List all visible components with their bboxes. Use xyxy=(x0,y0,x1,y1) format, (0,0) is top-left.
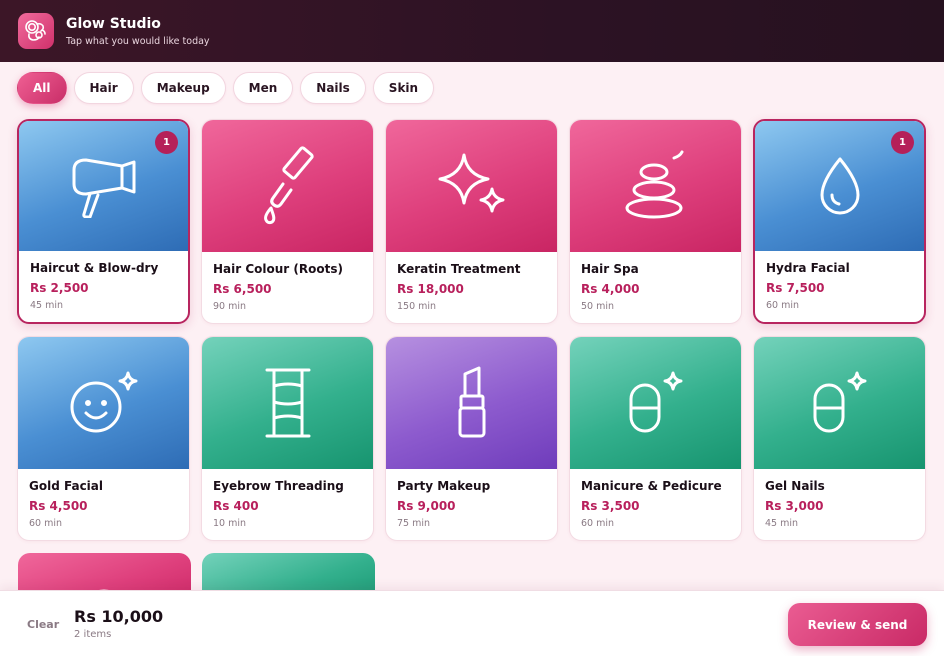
service-duration: 60 min xyxy=(29,518,63,529)
service-name: Haircut & Blow-dry xyxy=(30,261,159,275)
cart-bar: Clear Rs 10,000 2 items Review & send xyxy=(0,590,944,656)
spa-stones-icon xyxy=(624,150,688,222)
service-card-hair-colour[interactable]: Hair Colour (Roots) Rs 6,500 90 min xyxy=(201,119,374,324)
service-name: Keratin Treatment xyxy=(397,262,521,276)
service-card-eyebrow-threading[interactable]: Eyebrow Threading Rs 400 10 min xyxy=(201,336,374,541)
service-duration: 90 min xyxy=(213,301,247,312)
service-name: Eyebrow Threading xyxy=(213,479,344,493)
service-price: Rs 4,500 xyxy=(29,499,88,513)
service-price: Rs 6,500 xyxy=(213,282,272,296)
capsule-sparkle-icon xyxy=(809,371,871,435)
service-card-hydra-facial[interactable]: 1 Hydra Facial Rs 7,500 60 min xyxy=(753,119,926,324)
service-grid: 1 Haircut & Blow-dry Rs 2,500 45 min Hai… xyxy=(17,119,926,541)
service-image xyxy=(202,120,373,252)
sparkle-icon xyxy=(436,151,508,221)
app-title: Glow Studio xyxy=(66,16,161,32)
quantity-badge: 1 xyxy=(155,131,178,154)
service-card-manicure-pedicure[interactable]: Manicure & Pedicure Rs 3,500 60 min xyxy=(569,336,742,541)
app-header: Glow Studio Tap what you would like toda… xyxy=(0,0,944,62)
cart-items-count: 2 items xyxy=(74,629,112,640)
service-price: Rs 3,000 xyxy=(765,499,824,513)
service-price: Rs 400 xyxy=(213,499,259,513)
service-image: 1 xyxy=(755,121,924,251)
service-card-party-makeup[interactable]: Party Makeup Rs 9,000 75 min xyxy=(385,336,558,541)
quantity-badge: 1 xyxy=(891,131,914,154)
filter-hair[interactable]: Hair xyxy=(73,72,134,104)
service-price: Rs 9,000 xyxy=(397,499,456,513)
service-image: 1 xyxy=(19,121,188,251)
service-image xyxy=(386,337,557,469)
review-send-button[interactable]: Review & send xyxy=(788,603,927,646)
service-card-gel-nails[interactable]: Gel Nails Rs 3,000 45 min xyxy=(753,336,926,541)
service-name: Hair Colour (Roots) xyxy=(213,262,343,276)
hair-dryer-icon xyxy=(68,154,140,218)
lipstick-icon xyxy=(455,366,489,440)
service-name: Manicure & Pedicure xyxy=(581,479,722,493)
service-duration: 75 min xyxy=(397,518,431,529)
clear-button[interactable]: Clear xyxy=(27,618,59,631)
service-duration: 60 min xyxy=(581,518,615,529)
flower-logo-icon xyxy=(18,13,54,49)
service-image xyxy=(18,337,189,469)
service-price: Rs 4,000 xyxy=(581,282,640,296)
dye-brush-icon xyxy=(253,144,323,228)
service-image xyxy=(202,337,373,469)
service-card-haircut[interactable]: 1 Haircut & Blow-dry Rs 2,500 45 min xyxy=(17,119,190,324)
service-duration: 45 min xyxy=(30,300,64,311)
service-price: Rs 18,000 xyxy=(397,282,464,296)
app-subtitle: Tap what you would like today xyxy=(66,36,210,47)
service-price: Rs 3,500 xyxy=(581,499,640,513)
category-filters: All Hair Makeup Men Nails Skin xyxy=(17,72,435,104)
service-image xyxy=(386,120,557,252)
service-duration: 10 min xyxy=(213,518,247,529)
service-price: Rs 2,500 xyxy=(30,281,89,295)
filter-nails[interactable]: Nails xyxy=(300,72,366,104)
service-price: Rs 7,500 xyxy=(766,281,825,295)
service-duration: 45 min xyxy=(765,518,799,529)
service-image xyxy=(754,337,925,469)
service-name: Gold Facial xyxy=(29,479,104,493)
service-name: Hydra Facial xyxy=(766,261,850,275)
filter-makeup[interactable]: Makeup xyxy=(140,72,226,104)
service-card-gold-facial[interactable]: Gold Facial Rs 4,500 60 min xyxy=(17,336,190,541)
service-duration: 150 min xyxy=(397,301,437,312)
service-image xyxy=(570,120,741,252)
filter-men[interactable]: Men xyxy=(232,72,294,104)
droplet-icon xyxy=(817,155,863,217)
service-image xyxy=(570,337,741,469)
thread-ladder-icon xyxy=(261,366,315,440)
service-card-hair-spa[interactable]: Hair Spa Rs 4,000 50 min xyxy=(569,119,742,324)
cart-total: Rs 10,000 xyxy=(74,607,164,626)
service-name: Gel Nails xyxy=(765,479,825,493)
capsule-sparkle-icon xyxy=(625,371,687,435)
service-name: Party Makeup xyxy=(397,479,491,493)
service-card-keratin[interactable]: Keratin Treatment Rs 18,000 150 min xyxy=(385,119,558,324)
service-name: Hair Spa xyxy=(581,262,639,276)
filter-skin[interactable]: Skin xyxy=(372,72,435,104)
service-duration: 50 min xyxy=(581,301,615,312)
service-duration: 60 min xyxy=(766,300,800,311)
filter-all[interactable]: All xyxy=(17,72,67,104)
smile-sparkle-icon xyxy=(68,371,140,435)
